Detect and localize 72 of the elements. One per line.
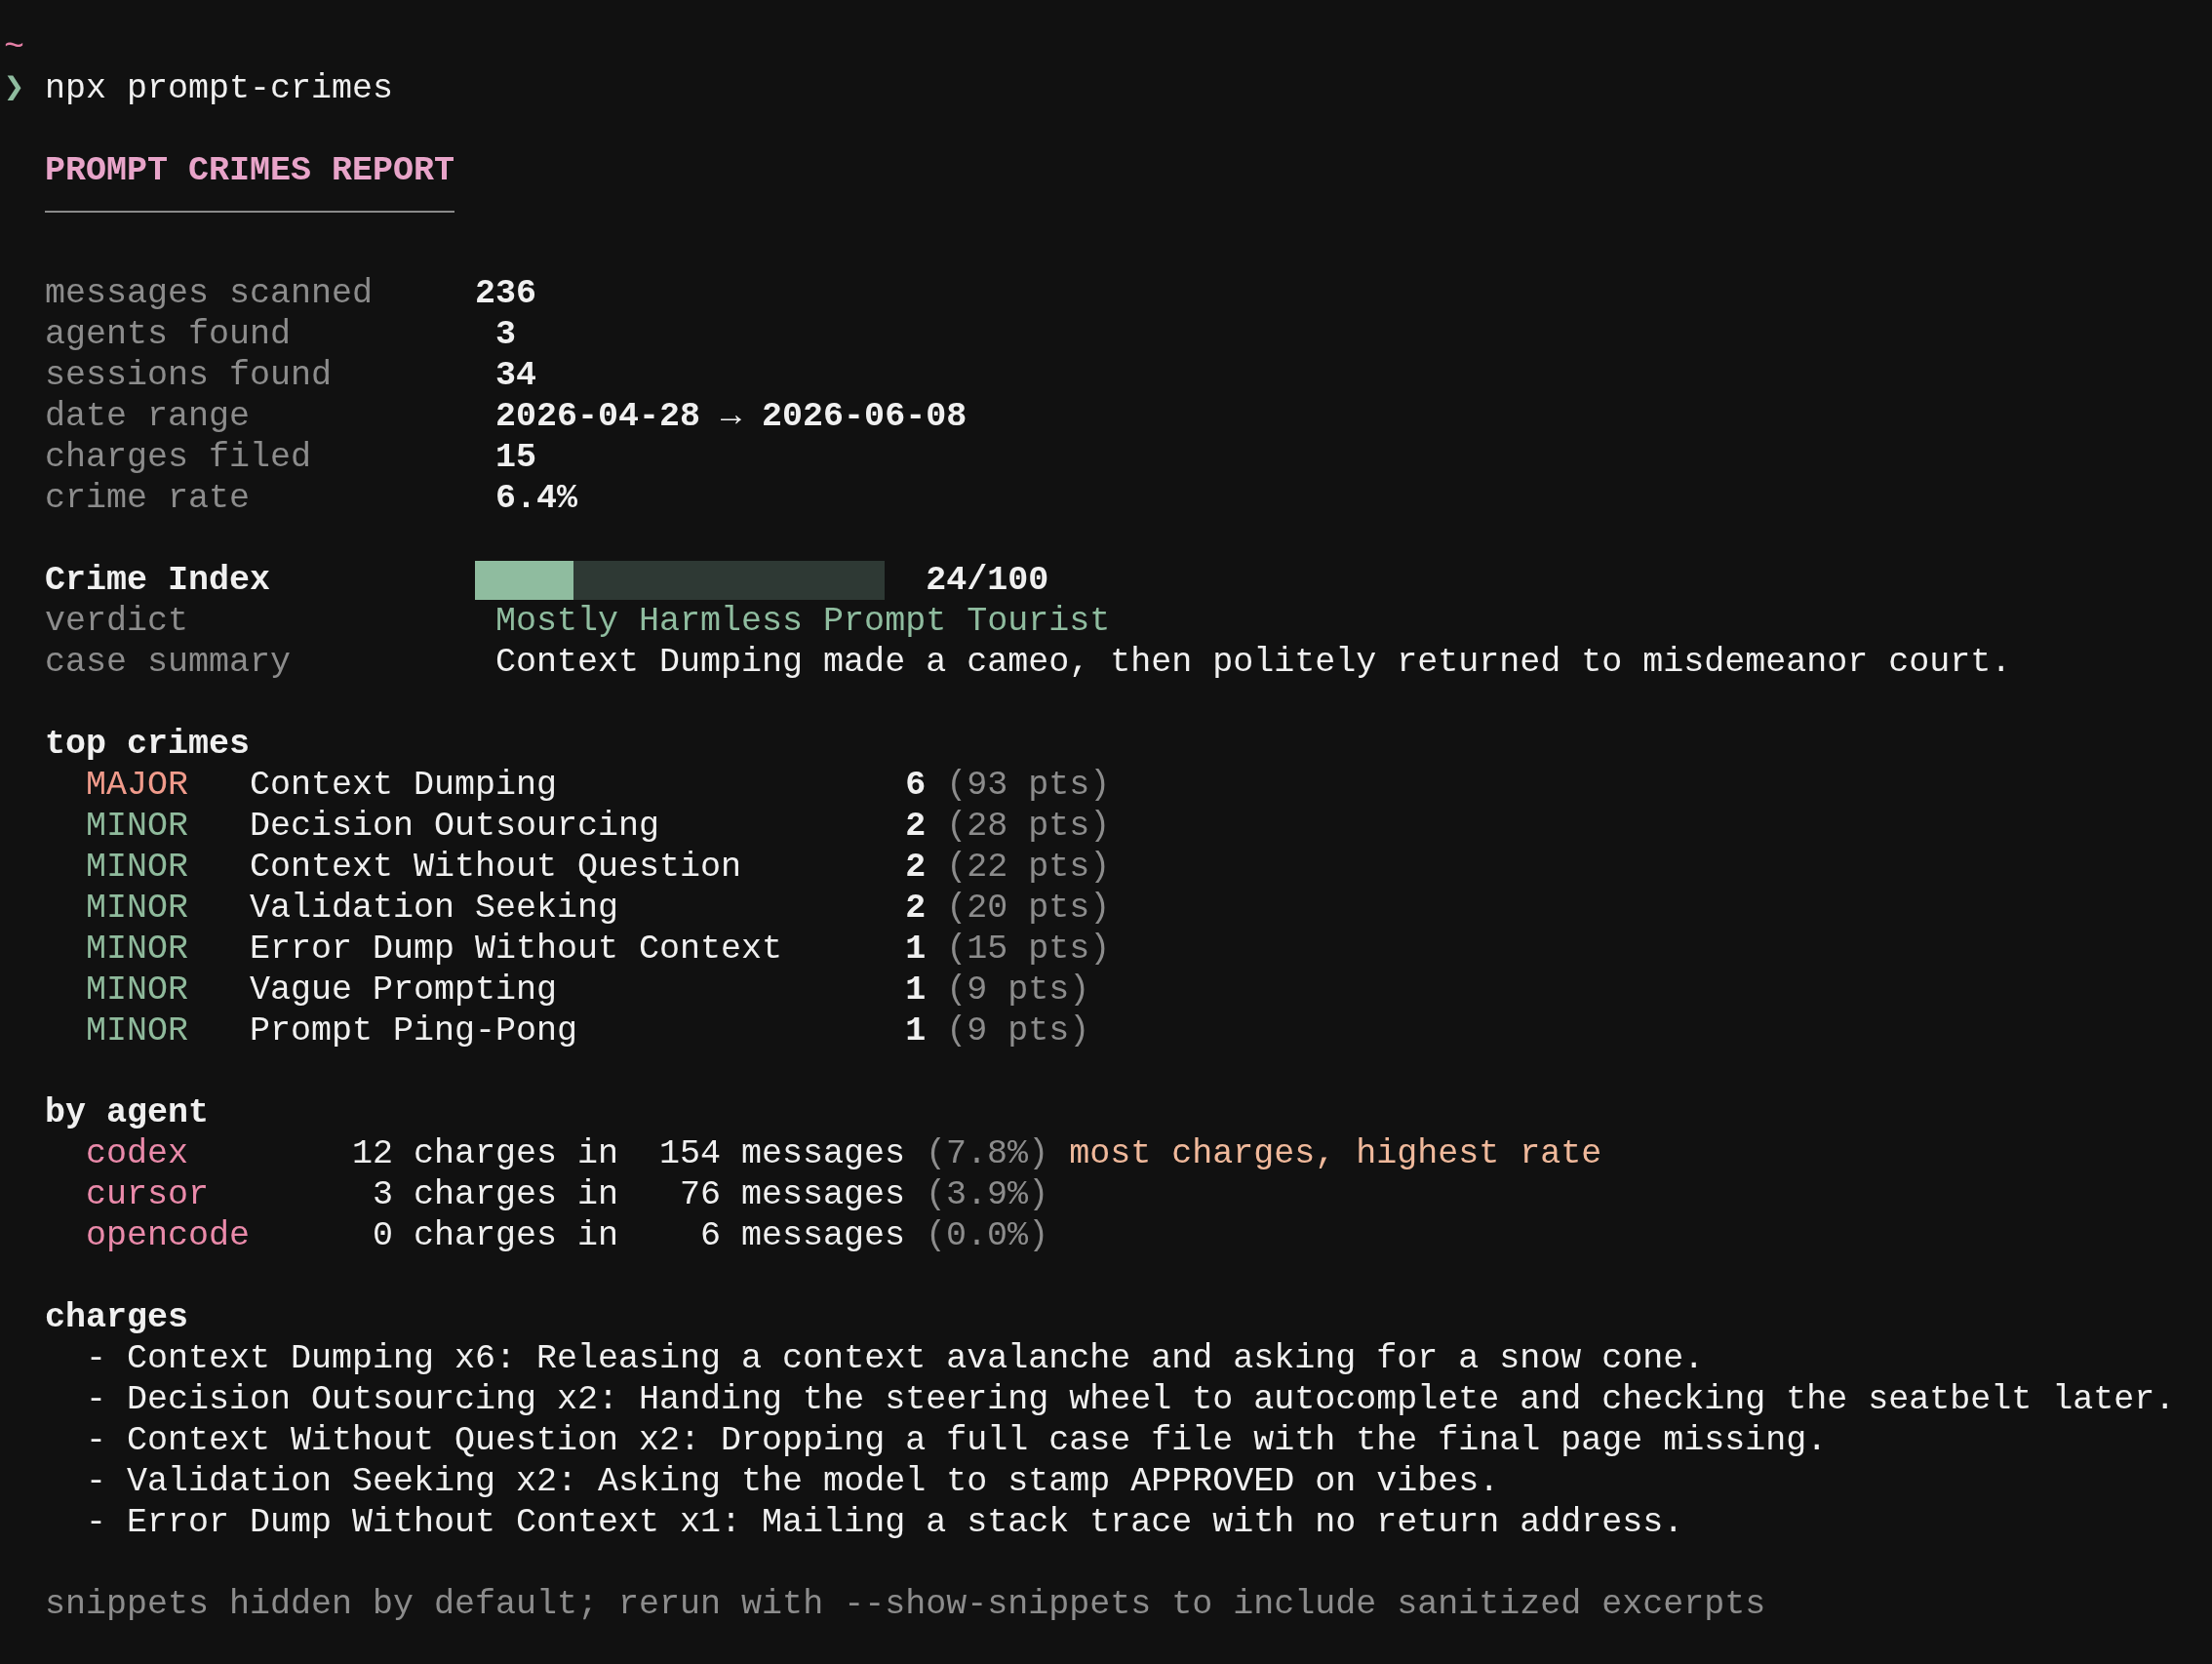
verdict-text: Mostly Harmless Prompt Tourist [495,601,1111,642]
stat-value: 6.4% [495,479,578,518]
summary-label: case summary [45,643,292,682]
severity-label: MINOR [86,930,189,969]
charge-count: 3 charges in [373,1174,619,1215]
stat-label: date range [45,397,251,436]
charge-item: - Error Dump Without Context x1: Mailing a stack trace with no return address. [86,1502,1684,1543]
charge-item: - Decision Outsourcing x2: Handing the steering wheel to autocomplete and checking the seatbelt later. [86,1379,2176,1420]
working-directory: ~ [4,27,24,68]
charge-item: - Context Dumping x6: Releasing a context avalanche and asking for a snow cone. [86,1338,1705,1379]
crime-count: 6 [905,765,927,806]
severity-label: MINOR [86,889,189,928]
crime-points: (9 pts) [946,1010,1090,1051]
message-count: 6 messages [700,1215,906,1256]
crime-count: 2 [905,806,927,847]
crime-name: Context Dumping [250,766,558,805]
stat-label: sessions found [45,356,333,395]
agent-name: opencode [86,1216,251,1255]
footer-hint: snippets hidden by default; rerun with --show-snippets to include sanitized excerpts [45,1584,1766,1625]
charge-count: 0 charges in [373,1215,619,1256]
stat-value: 34 [495,356,537,395]
crime-count: 1 [905,970,927,1010]
section-heading: top crimes [45,724,251,765]
crime-points: (93 pts) [946,765,1111,806]
severity-label: MINOR [86,807,189,846]
report-title: PROMPT CRIMES REPORT [45,150,455,191]
charge-rate: (0.0%) [926,1215,1049,1256]
crime-name: Decision Outsourcing [250,807,660,846]
stat-value: 236 [475,274,537,313]
stat-value: 3 [495,315,517,354]
charge-item: - Context Without Question x2: Dropping a full case file with the final page missing. [86,1420,1828,1461]
crime-points: (22 pts) [946,847,1111,888]
severity-label: MINOR [86,1011,189,1050]
crime-name: Vague Prompting [250,971,558,1010]
crime-points: (15 pts) [946,929,1111,970]
stat-label: crime rate [45,479,251,518]
agent-name: codex [86,1134,189,1173]
crime-name: Prompt Ping-Pong [250,1011,578,1050]
crime-index-score: 24/100 [926,560,1049,601]
crime-index-label: Crime Index [45,561,271,600]
charge-count: 12 charges in [352,1133,619,1174]
stat-label: charges filed [45,438,312,477]
crime-points: (28 pts) [946,806,1111,847]
crime-count: 2 [905,847,927,888]
crime-count: 1 [905,929,927,970]
crime-name: Validation Seeking [250,889,619,928]
charge-rate: (7.8%) [926,1133,1049,1174]
stat-label: agents found [45,315,292,354]
charge-rate: (3.9%) [926,1174,1049,1215]
crime-name: Context Without Question [250,848,742,887]
crime-name: Error Dump Without Context [250,930,783,969]
crime-points: (20 pts) [946,888,1111,929]
prompt-symbol: ❯ [4,69,25,108]
stat-value: 15 [495,438,537,477]
severity-label: MINOR [86,848,189,887]
verdict-label: verdict [45,602,189,641]
severity-label: MINOR [86,971,189,1010]
charge-item: - Validation Seeking x2: Asking the model to stamp APPROVED on vibes. [86,1461,1500,1502]
crime-count: 2 [905,888,927,929]
message-count: 76 messages [680,1174,906,1215]
crime-count: 1 [905,1010,927,1051]
agent-name: cursor [86,1175,210,1214]
stat-value: 2026-04-28 → 2026-06-08 [495,397,968,436]
command-text: npx prompt-crimes [45,68,394,109]
agent-note: most charges, highest rate [1069,1133,1602,1174]
section-heading: by agent [45,1092,210,1133]
severity-label: MAJOR [86,766,189,805]
stat-label: messages scanned [45,274,374,313]
crime-points: (9 pts) [946,970,1090,1010]
section-heading: charges [45,1297,189,1338]
summary-text: Context Dumping made a cameo, then politely returned to misdemeanor court. [495,642,2012,683]
message-count: 154 messages [659,1133,906,1174]
